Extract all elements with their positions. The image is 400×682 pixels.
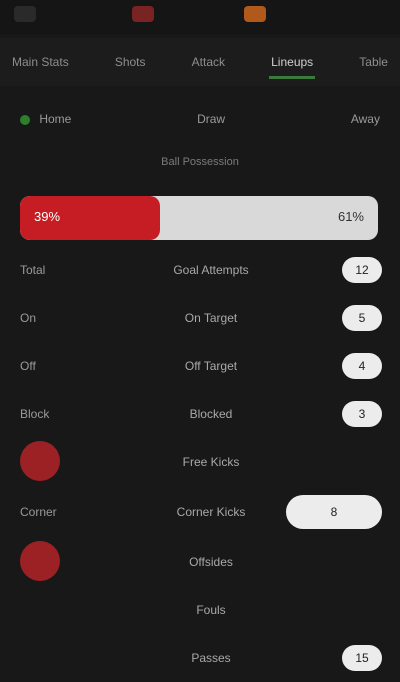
stat-row: Total Goal Attempts 12	[0, 246, 400, 294]
stat-name: On Target	[184, 311, 238, 325]
stat-name: Free Kicks	[182, 455, 240, 469]
stat-row: Fouls	[0, 586, 400, 634]
tab-lineups[interactable]: Lineups	[259, 55, 325, 79]
stat-name: Offsides	[189, 555, 233, 569]
stat-row: On On Target 5	[0, 294, 400, 342]
stat-row: Corner Corner Kicks 8	[0, 486, 400, 538]
stat-value-pill: 3	[342, 401, 382, 427]
status-dot-icon	[20, 114, 30, 125]
sub-right[interactable]: Away	[331, 112, 400, 126]
stat-left-label: Block	[20, 407, 50, 421]
stat-value-pill: 8	[286, 495, 382, 529]
stat-value-pill: 5	[342, 305, 382, 331]
record-icon[interactable]	[132, 6, 154, 22]
stat-value-pill: 15	[342, 645, 382, 671]
tab-table[interactable]: Table	[347, 55, 400, 69]
stat-name: Blocked	[189, 407, 233, 421]
stat-value-pill: 12	[342, 257, 382, 283]
top-bar	[0, 0, 400, 34]
stat-left-label: Total	[20, 263, 46, 277]
stat-left-label: On	[20, 311, 37, 325]
stat-row: Off Off Target 4	[0, 342, 400, 390]
sub-left[interactable]: Home	[0, 112, 91, 126]
sub-center[interactable]: Draw	[177, 112, 245, 126]
possession-bar: 39% 61%	[20, 196, 378, 240]
stat-left-label: Corner	[20, 505, 57, 519]
tab-shots[interactable]: Shots	[103, 55, 158, 69]
stat-row: Block Blocked 3	[0, 390, 400, 438]
stat-row: Offsides	[0, 538, 400, 586]
possession-home-value: 39%	[34, 209, 61, 224]
stat-name: Goal Attempts	[173, 263, 249, 277]
stat-row: Passes 15	[0, 634, 400, 682]
stat-name: Fouls	[196, 603, 226, 617]
tab-attack[interactable]: Attack	[180, 55, 237, 69]
flame-icon[interactable]	[244, 6, 266, 22]
stat-row: Free Kicks	[0, 438, 400, 486]
stat-left-label: Off	[20, 359, 36, 373]
red-card-icon	[20, 540, 60, 581]
red-card-icon	[20, 440, 60, 481]
section-title: Ball Possession	[161, 156, 239, 168]
stats-list: Total Goal Attempts 12 On On Target 5 Of…	[0, 246, 400, 682]
possession-away-value: 61%	[337, 209, 364, 224]
stat-name: Corner Kicks	[176, 505, 246, 519]
stat-value-pill: 4	[342, 353, 382, 379]
tab-main-stats[interactable]: Main Stats	[0, 55, 81, 69]
stats-tabs: Main Stats Shots Attack Lineups Table	[0, 38, 400, 86]
sub-header: Home Draw Away	[0, 94, 400, 144]
menu-icon[interactable]	[14, 6, 36, 22]
sub-left-label: Home	[39, 112, 72, 126]
stat-name: Off Target	[184, 359, 238, 373]
stat-name: Passes	[191, 651, 231, 665]
